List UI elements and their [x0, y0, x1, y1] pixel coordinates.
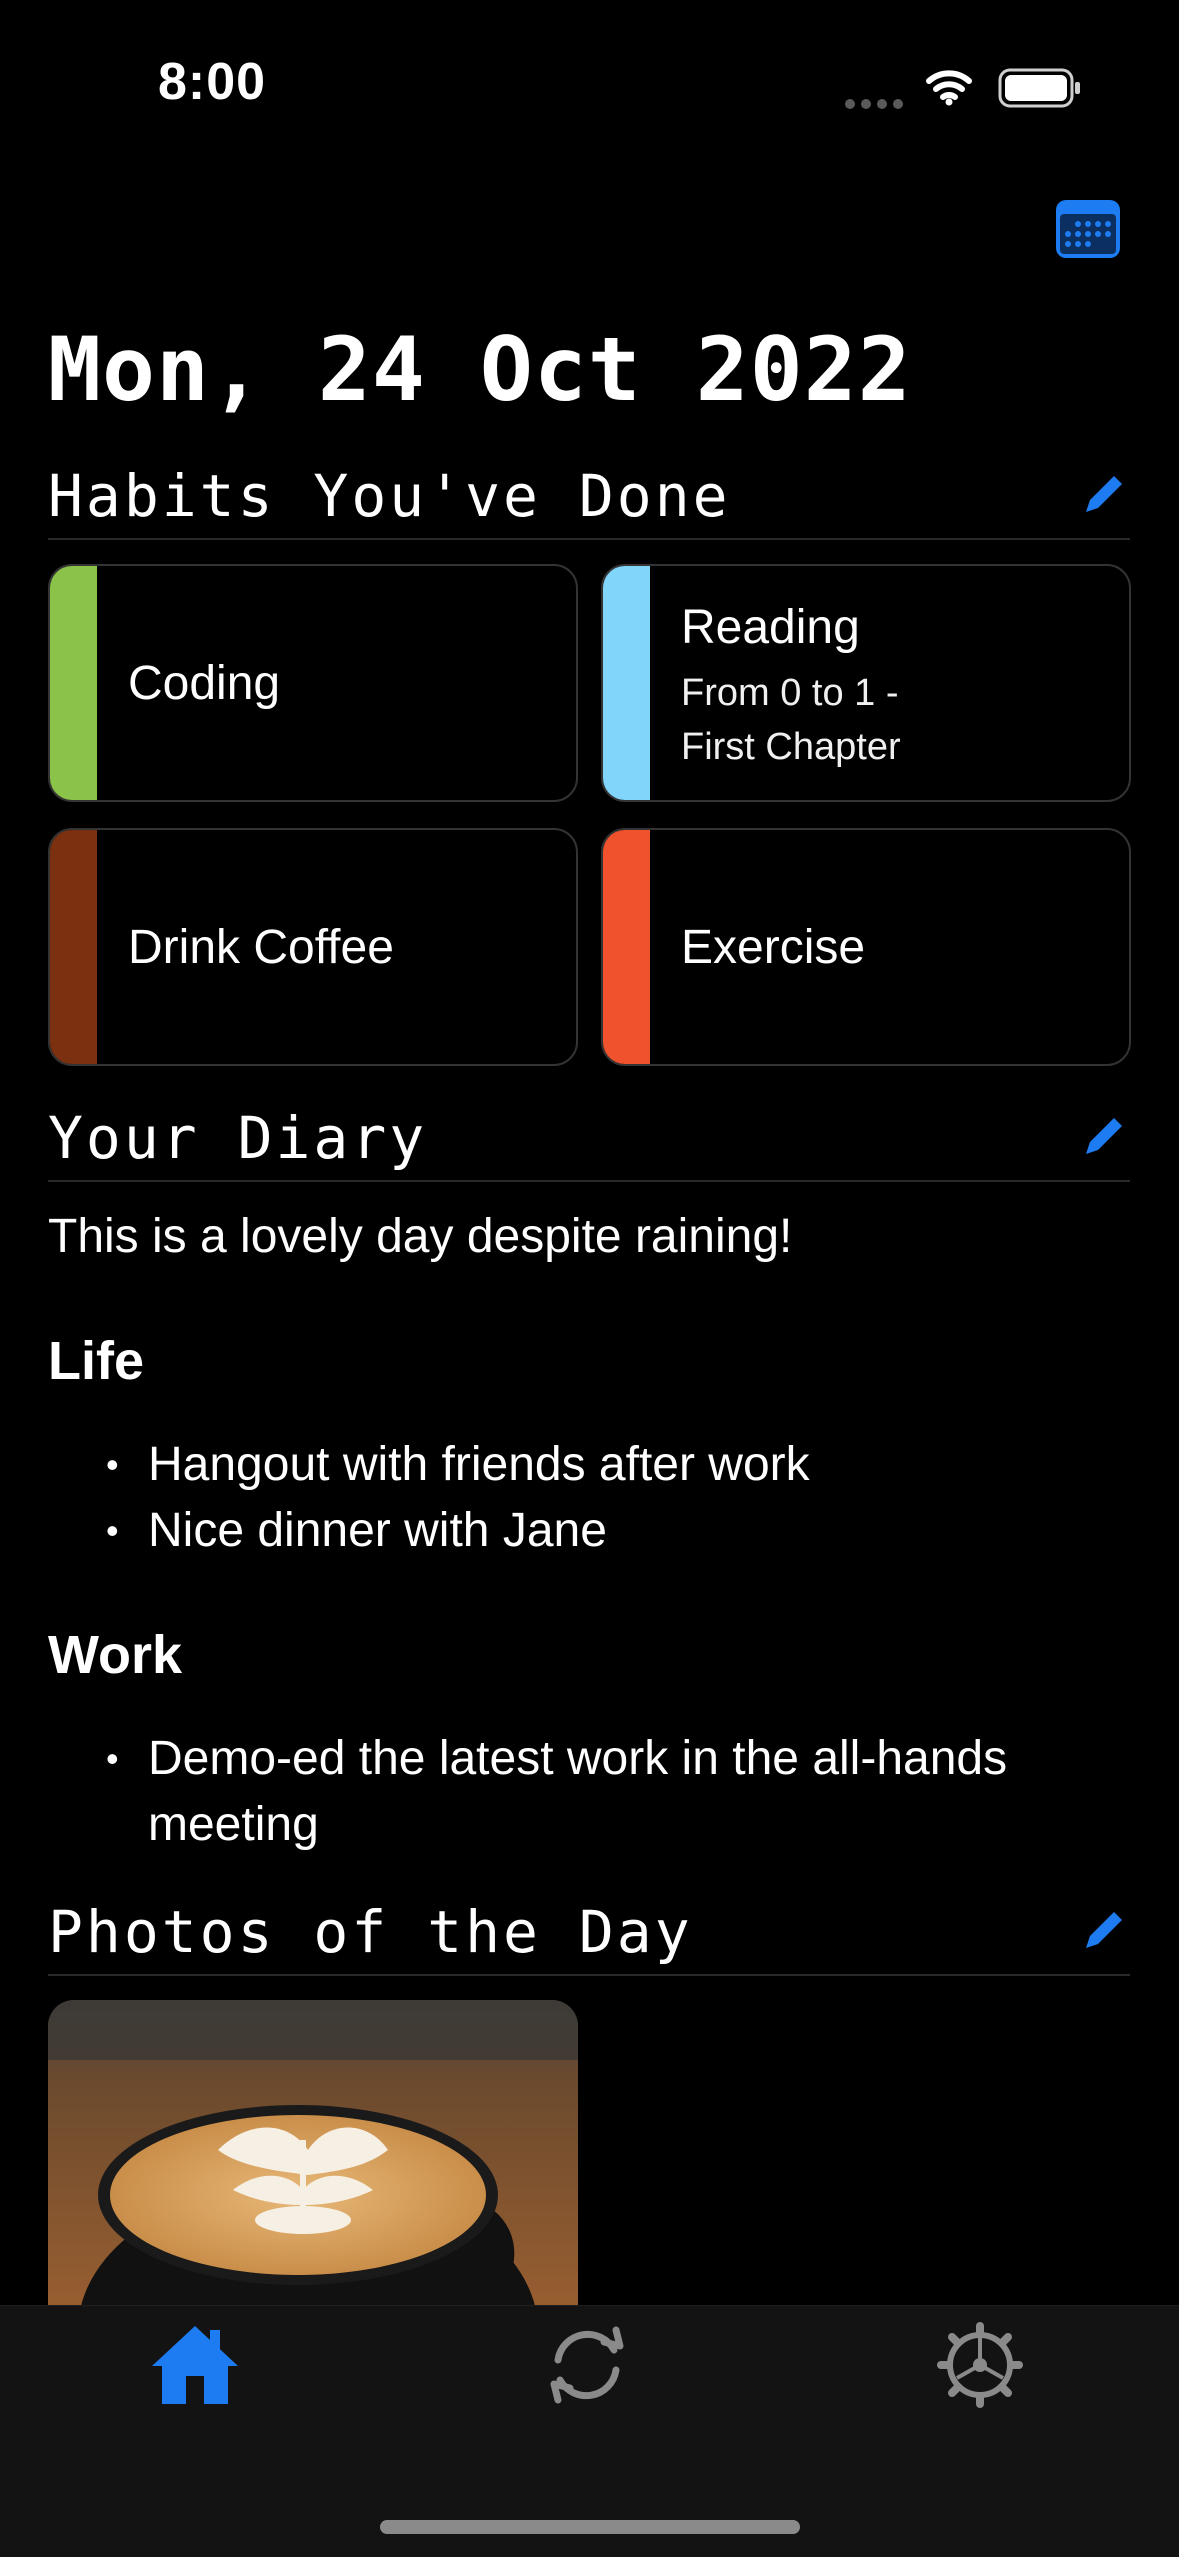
- page-title-date: Mon, 24 Oct 2022: [48, 318, 912, 421]
- photos-section-title: Photos of the Day: [48, 1898, 693, 1966]
- wifi-icon: [926, 70, 972, 106]
- tab-settings-gear-icon[interactable]: [935, 2320, 1025, 2410]
- diary-list-work: Demo-ed the latest work in the all-hands…: [48, 1726, 1130, 1858]
- habit-detail: First Chapter: [681, 726, 901, 768]
- habit-color-bar: [50, 830, 97, 1064]
- habit-card-coding[interactable]: Coding: [48, 564, 578, 802]
- tab-home-icon[interactable]: [150, 2320, 240, 2410]
- habit-color-bar: [603, 566, 650, 800]
- habit-card-exercise[interactable]: Exercise: [601, 828, 1131, 1066]
- calendar-button[interactable]: [1054, 196, 1122, 260]
- diary-intro: This is a lovely day despite raining!: [48, 1210, 793, 1263]
- habit-label: Coding: [128, 657, 281, 710]
- photo-latte[interactable]: [48, 2000, 578, 2320]
- edit-diary-pencil-icon[interactable]: [1080, 1114, 1126, 1160]
- list-item: Hangout with friends after work: [48, 1432, 1130, 1498]
- habit-label: Drink Coffee: [128, 921, 394, 974]
- battery-icon: [998, 68, 1080, 108]
- habit-label: Reading: [681, 601, 860, 654]
- habit-detail: From 0 to 1 -: [681, 672, 899, 714]
- habits-section-title: Habits You've Done: [48, 462, 731, 530]
- diary-section-title: Your Diary: [48, 1104, 428, 1172]
- habit-card-drink-coffee[interactable]: Drink Coffee: [48, 828, 578, 1066]
- habit-label: Exercise: [681, 921, 866, 974]
- edit-habits-pencil-icon[interactable]: [1080, 472, 1126, 518]
- status-time: 8:00: [158, 53, 267, 111]
- habit-card-reading[interactable]: Reading From 0 to 1 - First Chapter: [601, 564, 1131, 802]
- list-item: Nice dinner with Jane: [48, 1498, 1130, 1564]
- habit-color-bar: [603, 830, 650, 1064]
- diary-heading-work: Work: [48, 1625, 183, 1685]
- list-item: Demo-ed the latest work in the all-hands…: [48, 1726, 1130, 1858]
- diary-heading-life: Life: [48, 1331, 145, 1391]
- divider: [48, 538, 1130, 540]
- cellular-signal-icon: [845, 96, 909, 114]
- divider: [48, 1974, 1130, 1976]
- edit-photos-pencil-icon[interactable]: [1080, 1908, 1126, 1954]
- habit-color-bar: [50, 566, 97, 800]
- tab-sync-icon[interactable]: [542, 2320, 632, 2410]
- home-indicator[interactable]: [380, 2520, 800, 2534]
- diary-list-life: Hangout with friends after work Nice din…: [48, 1432, 1130, 1564]
- divider: [48, 1180, 1130, 1182]
